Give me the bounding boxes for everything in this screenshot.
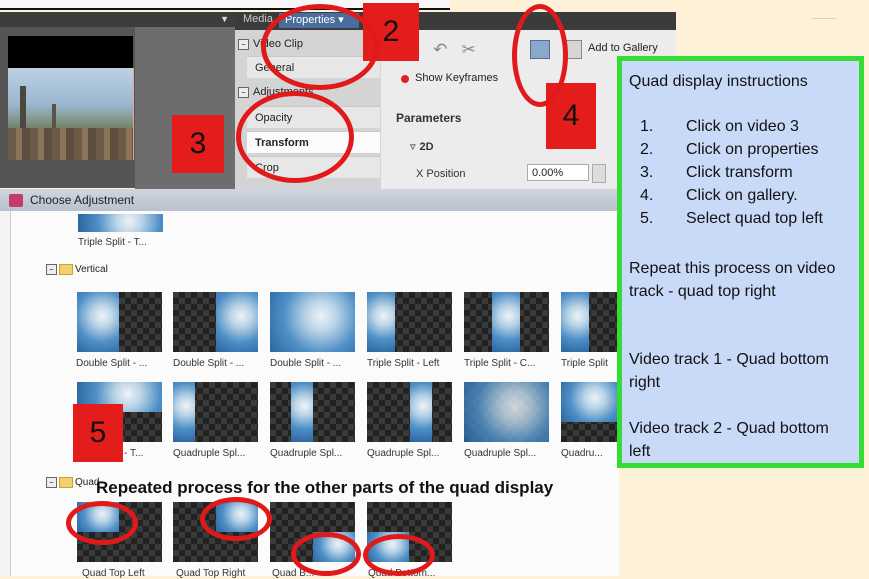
thumb-label: Quadruple Spl... [270, 448, 343, 459]
app-icon [9, 194, 23, 207]
step-text: Click transform [686, 164, 793, 181]
instructions-paragraph: Video track 2 - Quad bottom left [629, 420, 829, 460]
dialog-title: Choose Adjustment [30, 193, 135, 207]
thumb-label: Quad Top Right [176, 568, 246, 579]
thumb-double-split-1[interactable] [77, 292, 162, 352]
thumb-triple-split-top[interactable] [78, 214, 163, 232]
annotation-banner: Repeated process for the other parts of … [96, 478, 554, 497]
thumb-label: Quadruple Spl... [464, 448, 537, 459]
x-position-input[interactable]: 0.00% [527, 164, 589, 181]
thumb-triple-split-left[interactable] [367, 292, 452, 352]
thumb-image [410, 382, 432, 442]
step-number: 1. [640, 118, 654, 135]
highlight-circle [236, 91, 354, 183]
collapse-icon[interactable]: − [46, 477, 57, 488]
save-icon[interactable] [566, 40, 582, 59]
x-position-label: X Position [416, 168, 466, 180]
folder-icon [59, 477, 73, 488]
thumb-image [492, 292, 520, 352]
folder-quad[interactable]: − Quad [46, 477, 99, 488]
highlight-circle [261, 4, 379, 90]
preview-header: ▼ [0, 12, 235, 27]
thumb-label: Quadru... [561, 448, 603, 459]
thumb-double-split-2[interactable] [173, 292, 258, 352]
show-keyframes-button[interactable]: Show Keyframes [415, 72, 498, 84]
group-2d-label: 2D [419, 141, 434, 153]
thumb-image [78, 214, 163, 232]
tower-shape [20, 86, 26, 134]
chevron-down-icon: ▿ [410, 141, 416, 153]
thumb-image [367, 292, 395, 352]
folder-vertical[interactable]: − Vertical [46, 264, 108, 275]
step-text: Select quad top left [686, 210, 823, 227]
collapse-icon[interactable]: − [238, 38, 249, 50]
step-text: Click on properties [686, 141, 819, 158]
record-icon [401, 75, 409, 83]
thumb-label: Triple Split - C... [464, 358, 536, 369]
thumb-label: Triple Split [561, 358, 608, 369]
step-number: 3. [640, 164, 654, 181]
step-number: 2. [640, 141, 654, 158]
thumb-image [464, 382, 549, 442]
instructions-paragraph: Video track 1 - Quad bottom right [629, 351, 829, 391]
thumb-label: Double Split - ... [173, 358, 245, 369]
thumb-image [216, 292, 258, 352]
x-position-spinner[interactable] [592, 164, 606, 183]
thumb-quadruple-split-4[interactable] [464, 382, 549, 442]
thumb-quadruple-split-1[interactable] [173, 382, 258, 442]
thumb-image [291, 382, 313, 442]
thumb-image [77, 292, 119, 352]
folder-vertical-label: Vertical [75, 264, 108, 276]
thumb-image [173, 382, 195, 442]
thumb-image [561, 292, 589, 352]
thumb-triple-split-right[interactable] [561, 292, 617, 352]
highlight-circle [200, 497, 272, 541]
step-number: 4. [640, 187, 654, 204]
highlight-circle [363, 534, 435, 576]
instructions-paragraph: Repeat this process on video track - qua… [629, 260, 836, 300]
thumb-label: Quadruple Spl... [173, 448, 246, 459]
highlight-circle [512, 4, 568, 107]
divider [812, 18, 836, 19]
step-5-marker: 5 [73, 404, 123, 462]
thumb-label: Triple Split - T... [78, 237, 147, 248]
chevron-down-icon[interactable]: ▼ [220, 14, 229, 24]
thumb-label: Double Split - ... [270, 358, 342, 369]
thumb-double-split-3[interactable] [270, 292, 355, 352]
step-3-marker: 3 [172, 115, 224, 173]
preview-letterbox [8, 36, 133, 68]
thumb-label: Triple Split - Left [367, 358, 440, 369]
highlight-circle [291, 532, 361, 576]
add-to-gallery-button[interactable]: Add to Gallery [588, 42, 658, 54]
video-preview[interactable] [8, 68, 134, 160]
collapse-icon[interactable]: − [238, 86, 249, 98]
tab-media[interactable]: Media [243, 13, 273, 25]
thumb-image [561, 382, 617, 422]
highlight-circle [66, 501, 138, 545]
thumb-triple-split-center[interactable] [464, 292, 549, 352]
parameters-heading: Parameters [396, 111, 462, 125]
rooftops [8, 128, 133, 160]
cut-icon[interactable]: ✂ [462, 40, 490, 59]
step-number: 5. [640, 210, 654, 227]
thumb-label: Quadruple Spl... [367, 448, 440, 459]
step-text: Click on gallery. [686, 187, 798, 204]
thumb-image [270, 292, 355, 352]
thumb-label: Quad Top Left [82, 568, 145, 579]
group-2d[interactable]: ▿ 2D [410, 140, 434, 153]
undo-icon[interactable]: ↶ [433, 40, 461, 59]
thumb-quadruple-split-2[interactable] [270, 382, 355, 442]
folder-icon [59, 264, 73, 275]
thumb-quadruple-split-5[interactable] [561, 382, 617, 442]
collapse-icon[interactable]: − [46, 264, 57, 275]
thumb-label: Double Split - ... [76, 358, 148, 369]
thumb-quadruple-split-3[interactable] [367, 382, 452, 442]
step-text: Click on video 3 [686, 118, 799, 135]
instructions-title: Quad display instructions [629, 73, 808, 90]
